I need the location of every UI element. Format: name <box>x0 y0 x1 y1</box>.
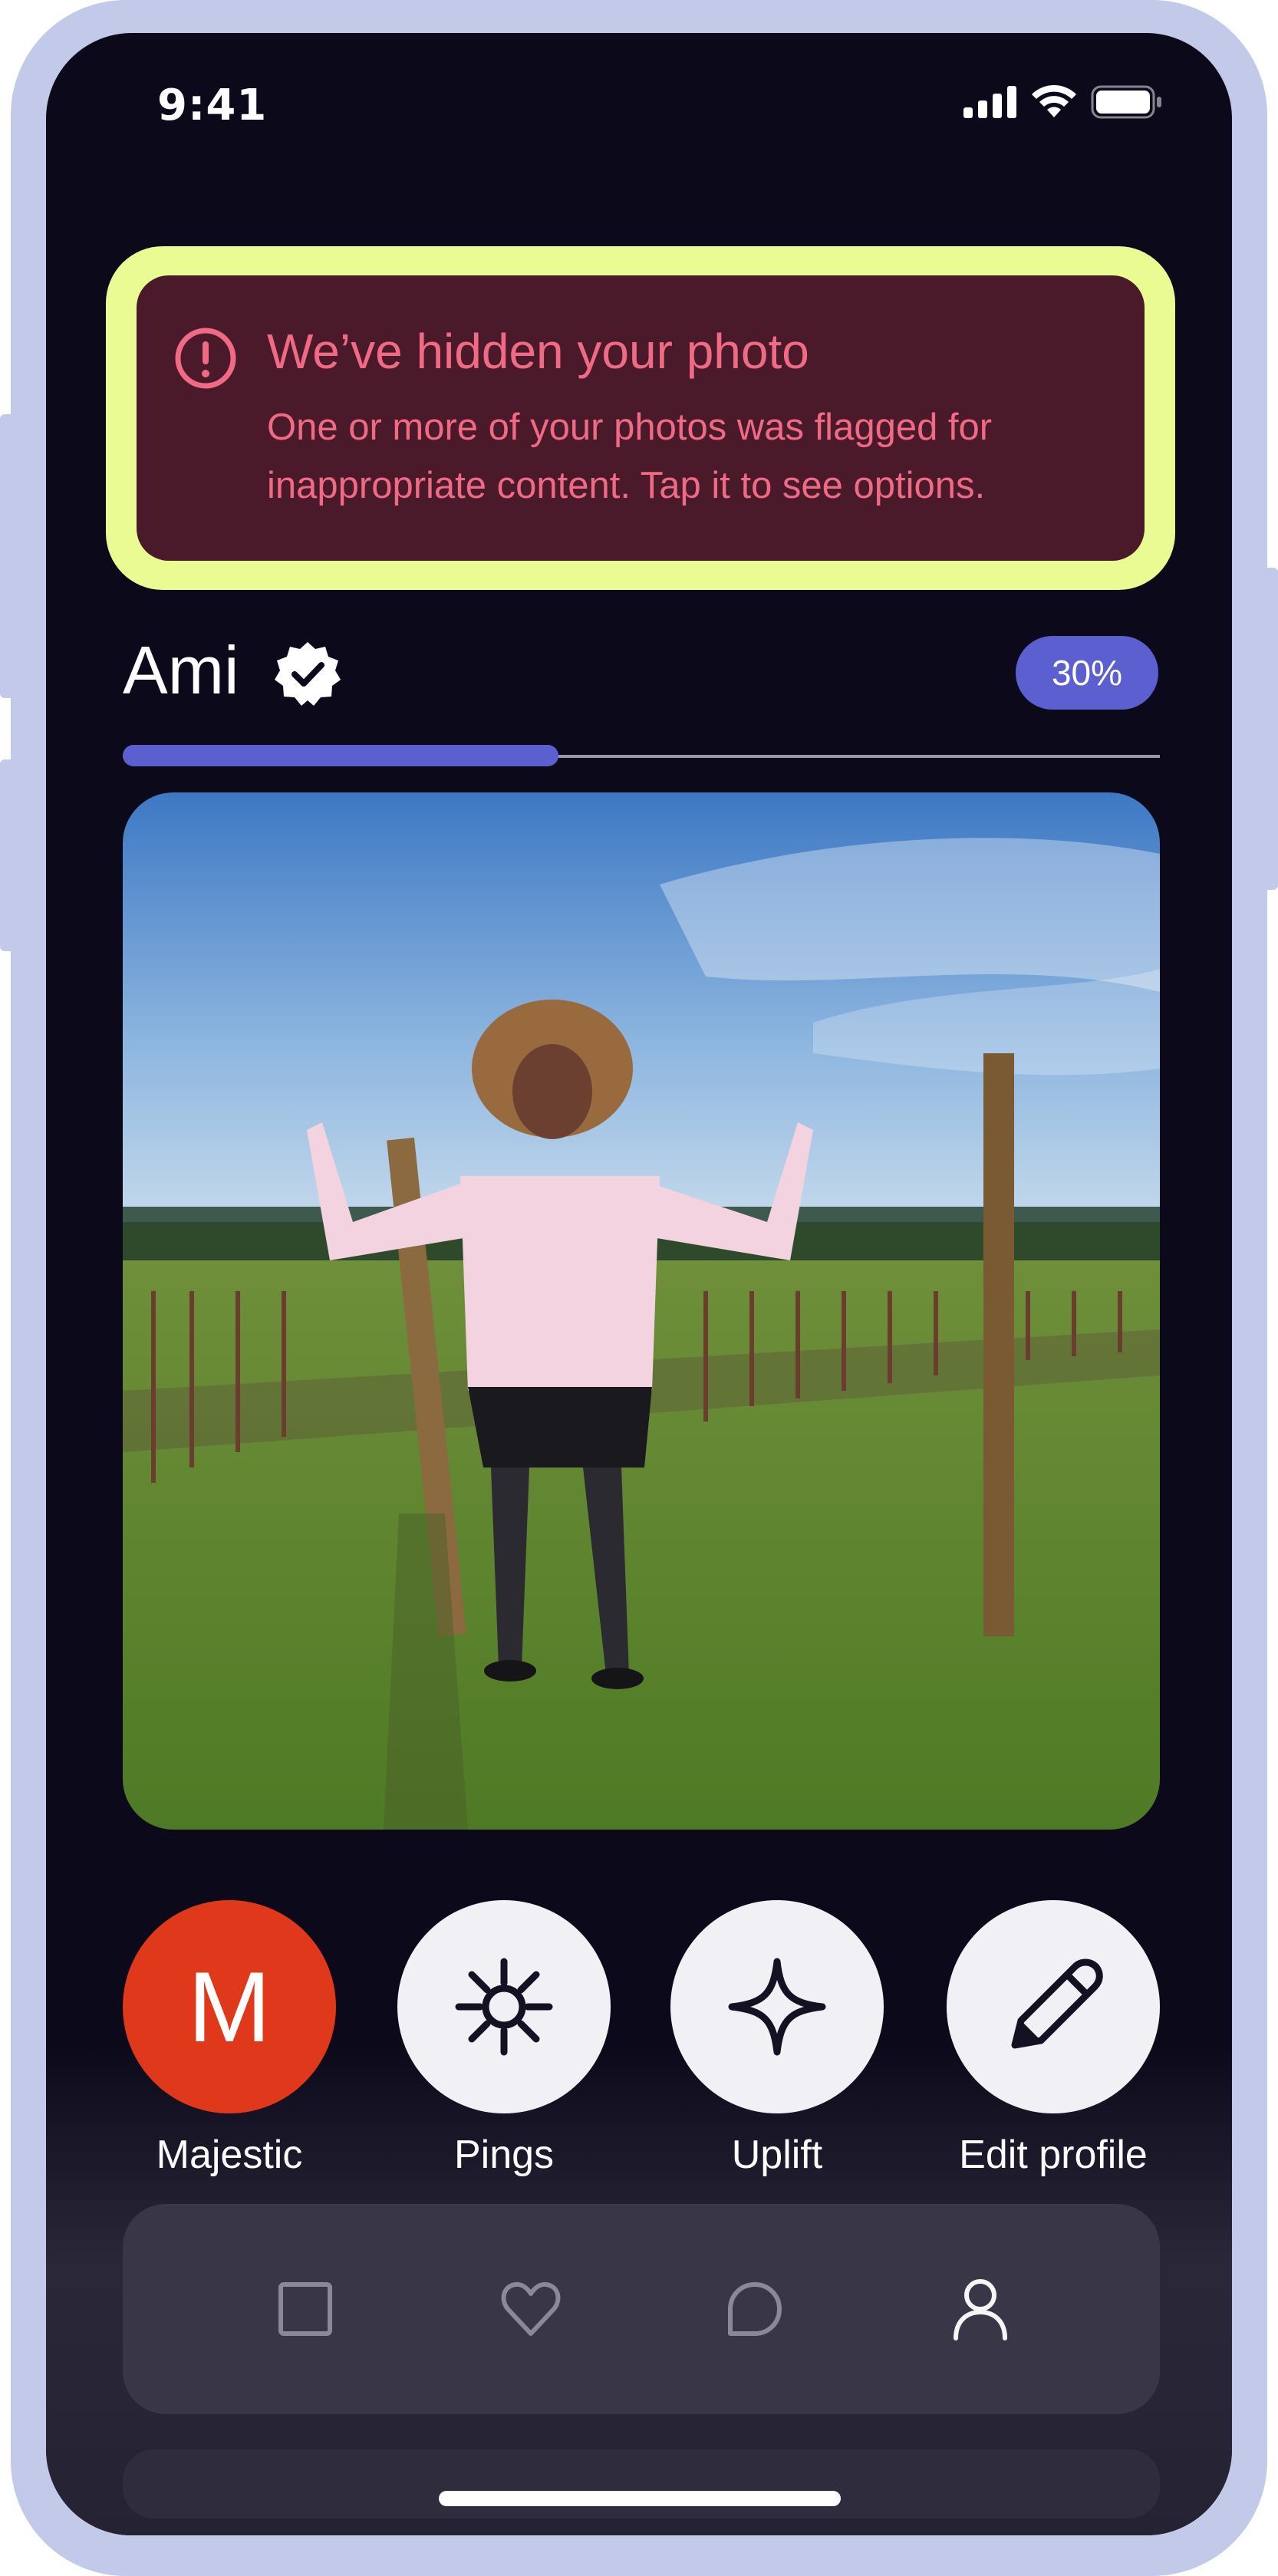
pings-label: Pings <box>453 2133 555 2177</box>
progress-fill <box>123 745 558 766</box>
edit-profile-button[interactable]: Edit profile <box>947 1900 1160 2178</box>
side-button-left-bottom <box>0 759 15 951</box>
tab-profile[interactable] <box>888 2204 1072 2414</box>
tab-bar <box>123 2204 1160 2414</box>
profile-photo[interactable] <box>123 792 1160 1830</box>
wifi-icon <box>1032 85 1076 117</box>
person-icon <box>954 2279 1007 2340</box>
majestic-m-icon: M <box>123 1900 336 2113</box>
four-point-star-icon <box>728 1958 826 2056</box>
tab-messages[interactable] <box>663 2204 847 2414</box>
status-time: 9:41 <box>157 81 268 130</box>
alert-body: One or more of your photos was flagged f… <box>267 407 993 506</box>
completion-badge: 30% <box>1016 636 1158 710</box>
majestic-label: Majestic <box>156 2133 303 2177</box>
square-icon <box>278 2282 332 2336</box>
uplift-circle <box>670 1900 884 2113</box>
home-indicator[interactable] <box>439 2491 841 2506</box>
uplift-button[interactable]: Uplift <box>670 1900 884 2178</box>
edit-profile-circle <box>947 1900 1160 2113</box>
profile-name: Ami <box>123 632 239 708</box>
uplift-label: Uplift <box>731 2133 823 2177</box>
side-button-left-top <box>0 414 15 698</box>
battery-icon <box>1091 85 1161 119</box>
tab-home[interactable] <box>213 2204 397 2414</box>
pings-button[interactable]: Pings <box>397 1900 611 2178</box>
sparkle-asterisk-icon <box>455 1958 553 2056</box>
majestic-glyph: M <box>187 1951 272 2063</box>
edit-profile-label: Edit profile <box>959 2133 1148 2177</box>
chat-bubble-icon <box>728 2282 782 2336</box>
hidden-photo-alert[interactable]: We’ve hidden your photo One or more of y… <box>137 275 1145 561</box>
tab-likes[interactable] <box>439 2204 623 2414</box>
verified-badge-icon <box>275 642 341 706</box>
heart-icon <box>501 2281 561 2336</box>
pencil-icon <box>1011 1958 1103 2049</box>
photo-illustration <box>123 792 1160 1830</box>
screen: 9:41 We’ve hidden your photo One or more… <box>46 33 1232 2535</box>
device-frame: 9:41 We’ve hidden your photo One or more… <box>0 0 1278 2576</box>
majestic-button[interactable]: M Majestic <box>123 1900 336 2178</box>
alert-circle-icon <box>175 328 236 389</box>
alert-highlight[interactable]: We’ve hidden your photo One or more of y… <box>106 246 1175 590</box>
alert-title: We’ve hidden your photo <box>267 324 809 379</box>
signal-icon <box>963 86 1016 118</box>
pings-circle <box>397 1900 611 2113</box>
status-icons <box>963 85 1163 119</box>
side-button-right <box>1263 568 1278 890</box>
underlying-card <box>123 2449 1160 2518</box>
action-row: M Majestic Pings Uplift Edit profile <box>123 1900 1160 2177</box>
